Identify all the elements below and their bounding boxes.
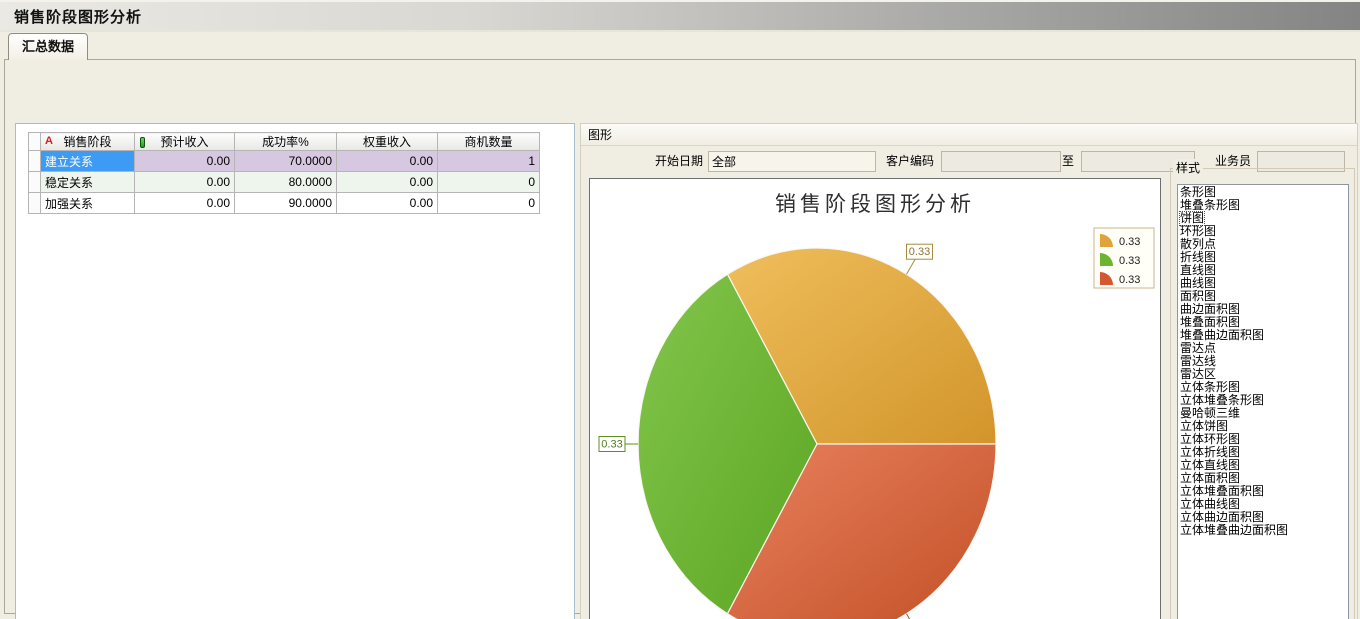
column-header-label: 销售阶段 <box>63 135 111 149</box>
expected-revenue-cell[interactable]: 0.00 <box>135 172 235 193</box>
style-list-item[interactable]: 立体堆叠曲边面积图 <box>1180 524 1348 537</box>
opportunity-count-cell[interactable]: 0 <box>438 172 540 193</box>
table-row: 建立关系0.0070.00000.001 <box>29 151 540 172</box>
style-list-item-label: 立体堆叠曲边面积图 <box>1180 524 1288 537</box>
success-rate-cell[interactable]: 90.0000 <box>235 193 337 214</box>
expected-revenue-cell[interactable]: 0.00 <box>135 151 235 172</box>
capsule-icon <box>140 137 145 148</box>
stage-table-body: 建立关系0.0070.00000.001稳定关系0.0080.00000.000… <box>29 151 540 214</box>
column-header-label: 成功率% <box>262 135 309 149</box>
letter-a-icon: A <box>45 135 53 147</box>
start-date-input[interactable] <box>708 151 876 172</box>
slice-label: 0.33 <box>601 439 622 451</box>
table-row: 稳定关系0.0080.00000.000 <box>29 172 540 193</box>
stage-cell[interactable]: 加强关系 <box>41 193 135 214</box>
weighted-revenue-cell[interactable]: 0.00 <box>337 193 438 214</box>
style-list: 条形图堆叠条形图饼图环形图散列点折线图直线图曲线图面积图曲边面积图堆叠面积图堆叠… <box>1177 184 1349 619</box>
stage-table-panel: A销售阶段预计收入成功率%权重收入商机数量 建立关系0.0070.00000.0… <box>15 123 575 619</box>
success-rate-cell[interactable]: 70.0000 <box>235 151 337 172</box>
column-header[interactable]: 权重收入 <box>337 133 438 151</box>
legend-label: 0.33 <box>1119 236 1140 248</box>
stage-table-header: A 销售阶段 预计收入 成功率% 权重收入 商机数量 <box>29 133 540 151</box>
expected-revenue-cell[interactable]: 0.00 <box>135 193 235 214</box>
stage-table: A销售阶段预计收入成功率%权重收入商机数量 建立关系0.0070.00000.0… <box>28 132 540 214</box>
start-date-label: 开始日期 <box>637 151 703 172</box>
to-label: 至 <box>1058 151 1074 172</box>
column-header[interactable]: A 销售阶段 <box>41 133 135 151</box>
weighted-revenue-cell[interactable]: 0.00 <box>337 172 438 193</box>
table-row: 加强关系0.0090.00000.000 <box>29 193 540 214</box>
stage-cell[interactable]: 稳定关系 <box>41 172 135 193</box>
weighted-revenue-cell[interactable]: 0.00 <box>337 151 438 172</box>
column-header[interactable]: 预计收入 <box>135 133 235 151</box>
chart-canvas: 销售阶段图形分析0.330.330.330.330.330.33 <box>589 178 1161 619</box>
row-indicator-cell <box>29 172 41 193</box>
row-indicator-cell <box>29 151 41 172</box>
label-leader-line <box>907 614 920 619</box>
legend-label: 0.33 <box>1119 274 1140 286</box>
style-list-item[interactable]: 堆叠条形图 <box>1180 199 1348 212</box>
page-title: 销售阶段图形分析 <box>0 6 142 27</box>
column-header-label: 权重收入 <box>363 135 411 149</box>
customer-code-label: 客户编码 <box>878 151 934 172</box>
column-header-label: 商机数量 <box>464 135 512 149</box>
window-title-bar: 销售阶段图形分析 <box>0 0 1360 32</box>
legend-label: 0.33 <box>1119 255 1140 267</box>
success-rate-cell[interactable]: 80.0000 <box>235 172 337 193</box>
customer-code-input[interactable] <box>941 151 1061 172</box>
graph-group-caption: 图形 <box>581 124 1357 146</box>
column-header[interactable]: 成功率% <box>235 133 337 151</box>
column-header[interactable]: 商机数量 <box>438 133 540 151</box>
opportunity-count-cell[interactable]: 1 <box>438 151 540 172</box>
opportunity-count-cell[interactable]: 0 <box>438 193 540 214</box>
tab-summary-data[interactable]: 汇总数据 <box>8 33 88 60</box>
row-indicator-header <box>29 133 41 151</box>
style-group-caption: 样式 <box>1173 159 1203 176</box>
tab-strip: 汇总数据 <box>0 32 1360 59</box>
row-indicator-cell <box>29 193 41 214</box>
graph-group: 图形 开始日期 客户编码 至 业务员 销售阶段图形分析0.330.330.330… <box>580 123 1358 619</box>
style-group: 条形图堆叠条形图饼图环形图散列点折线图直线图曲线图面积图曲边面积图堆叠面积图堆叠… <box>1170 168 1355 619</box>
column-header-label: 预计收入 <box>160 135 208 149</box>
slice-label: 0.33 <box>909 246 930 258</box>
stage-cell[interactable]: 建立关系 <box>41 151 135 172</box>
content-panel: A销售阶段预计收入成功率%权重收入商机数量 建立关系0.0070.00000.0… <box>4 59 1356 614</box>
chart-title: 销售阶段图形分析 <box>775 192 975 216</box>
